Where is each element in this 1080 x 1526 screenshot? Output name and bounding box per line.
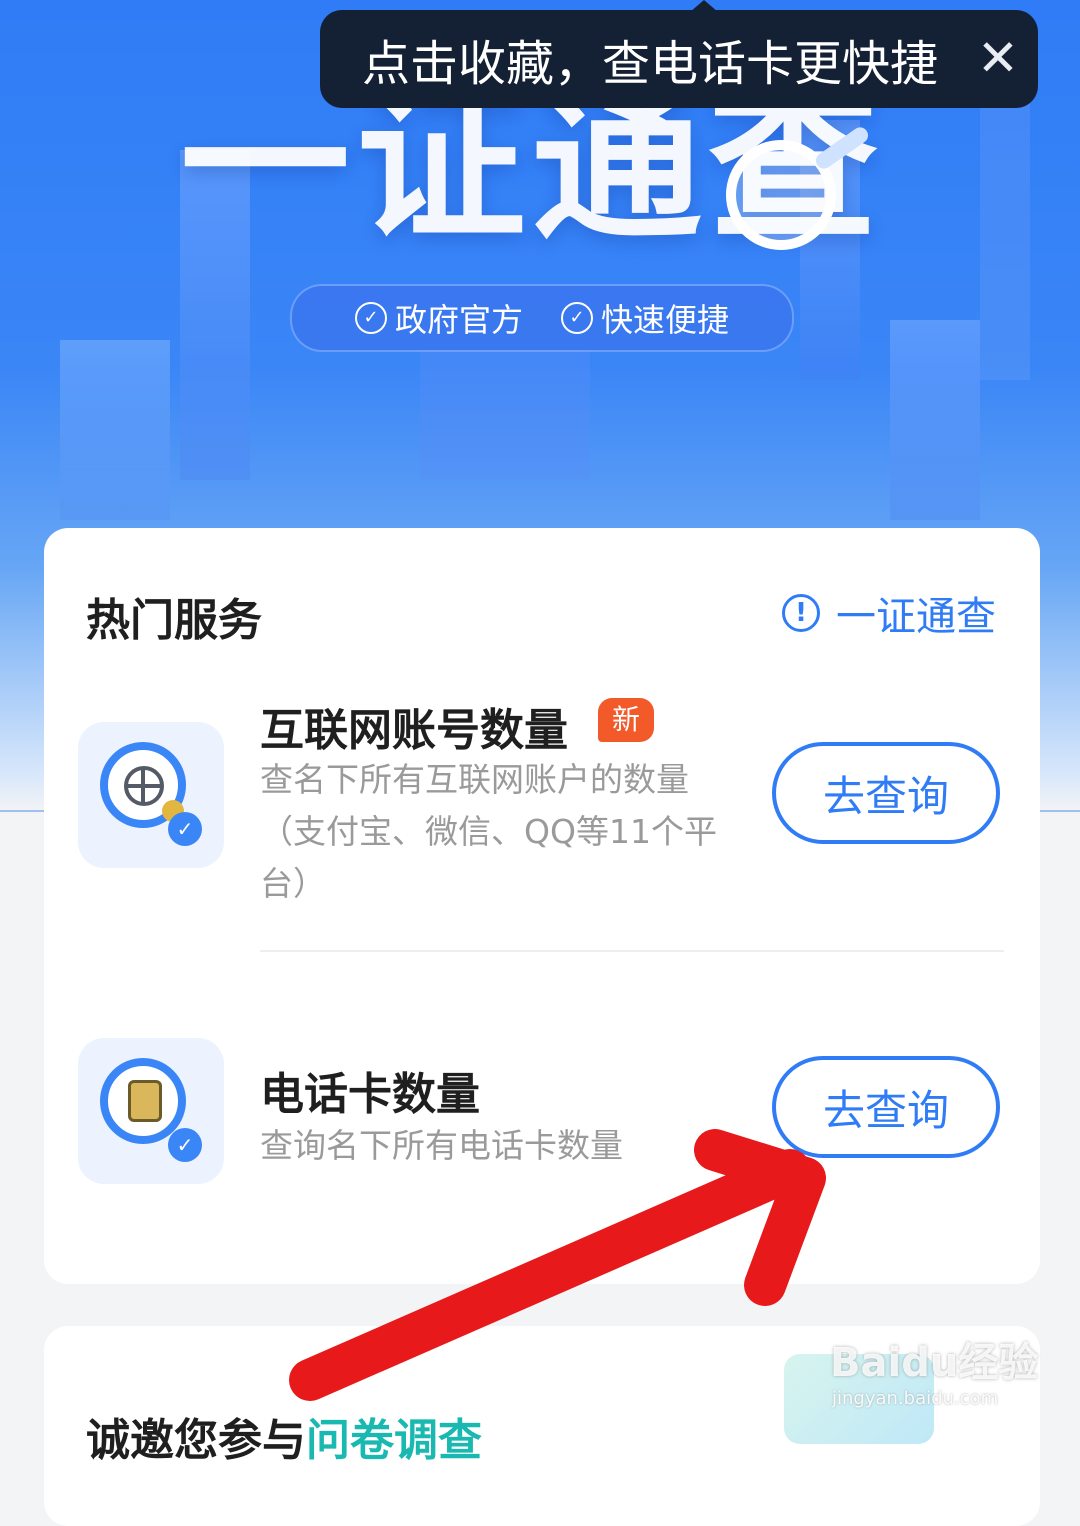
baidu-watermark: Baidu经验 [830,1340,1039,1386]
new-badge: 新 [598,698,654,742]
badge-label: 政府官方 [394,301,523,339]
survey-text: 诚邀您参与问卷调查 [86,1404,482,1468]
check-circle-icon: ✓ [561,302,593,334]
query-button-accounts[interactable]: 去查询 [772,742,1000,844]
section-title: 热门服务 [86,595,262,646]
close-icon[interactable]: ✕ [974,33,1022,83]
globe-icon [124,766,164,806]
description-line: （支付宝、微信、QQ等11个平 [260,812,717,851]
favorite-tooltip[interactable]: 点击收藏，查电话卡更快捷 ✕ [320,10,1038,108]
badge-official: ✓ 政府官方 [354,295,523,341]
description-line: 台） [260,864,326,903]
decor-building [420,350,590,480]
hero-badges: ✓ 政府官方 ✓ 快速便捷 [290,284,794,352]
info-icon: ! [782,594,820,632]
description-line: 查名下所有互联网账户的数量 [260,760,689,799]
service-name: 电话卡数量 [260,1069,480,1120]
decor-building [60,340,170,520]
survey-link[interactable]: 问卷调查 [306,1415,482,1466]
shield-icon: ✓ [168,812,202,846]
check-circle-icon: ✓ [354,302,387,334]
decor-building [890,320,980,520]
shield-icon: ✓ [168,1128,202,1162]
hot-services-card: 热门服务 ! 一证通查 ✓ 互联网账号数量 新 查名下所有互联网账户的数量 （支… [44,528,1040,1284]
globe-search-icon: ✓ [78,722,224,868]
decor-building [980,80,1030,380]
description-line: 查询名下所有电话卡数量 [260,1126,623,1165]
info-link[interactable]: ! 一证通查 [782,584,996,642]
badge-fast: ✓ 快速便捷 [561,295,729,341]
survey-prefix: 诚邀您参与 [86,1415,306,1466]
service-description: 查询名下所有电话卡数量 [260,1120,623,1172]
service-description: 查名下所有互联网账户的数量 （支付宝、微信、QQ等11个平 台） [260,754,717,910]
sim-card-icon [128,1080,162,1122]
tooltip-text: 点击收藏，查电话卡更快捷 [362,36,939,92]
info-link-label: 一证通查 [836,594,996,640]
baidu-watermark-url: jingyan.baidu.com [832,1388,999,1409]
query-button-phone-cards[interactable]: 去查询 [772,1056,1000,1158]
service-name: 互联网账号数量 [260,705,568,756]
divider [260,950,1004,952]
sim-search-icon: ✓ [78,1038,224,1184]
badge-label: 快速便捷 [601,301,730,339]
